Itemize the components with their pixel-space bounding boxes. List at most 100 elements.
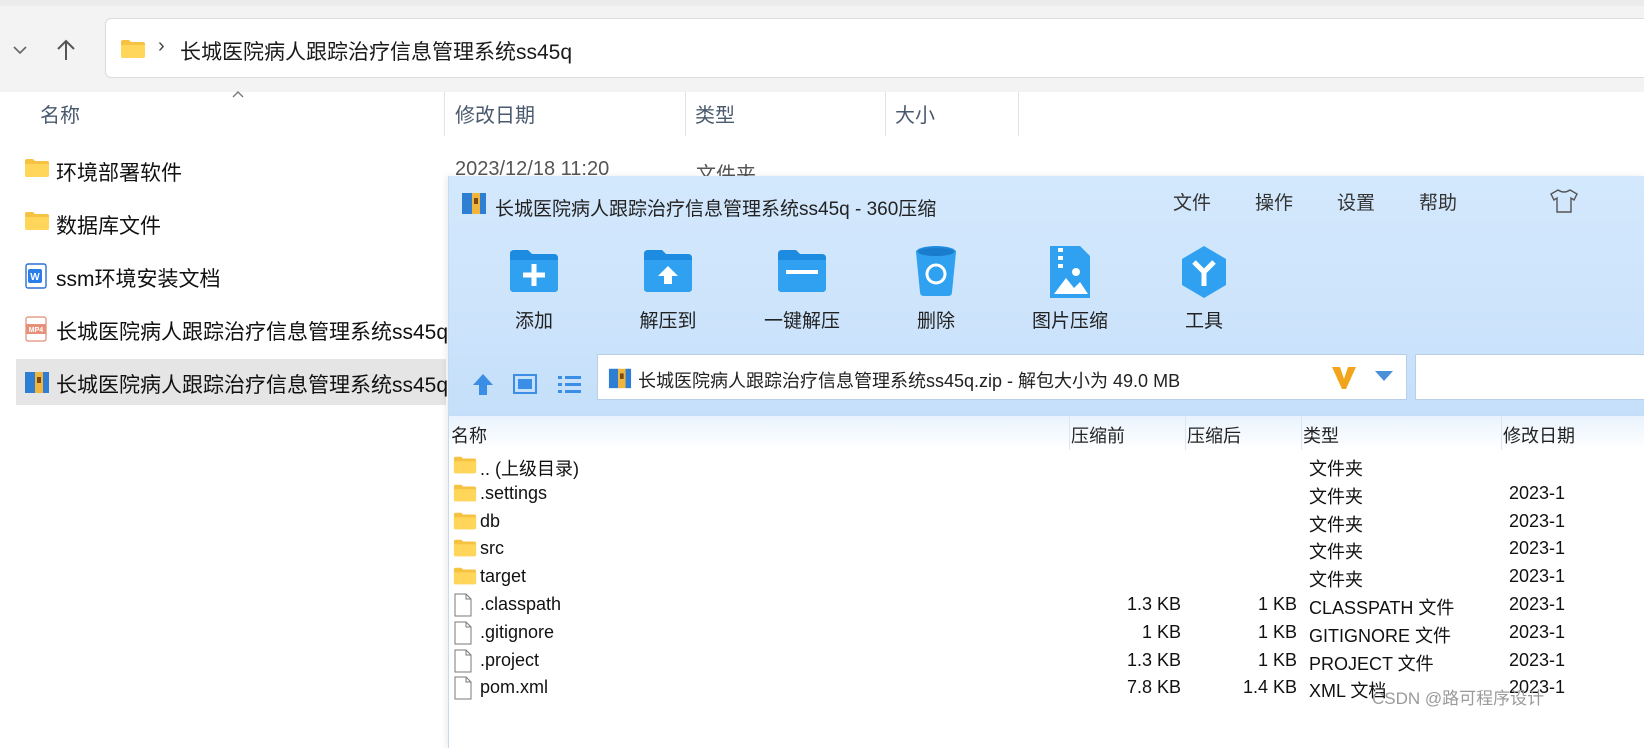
svg-text:W: W [30, 272, 40, 283]
delete-button[interactable]: 删除 [881, 242, 991, 342]
item-type: 文件夹 [1309, 459, 1363, 479]
column-header-before[interactable]: 压缩前 [1071, 422, 1125, 448]
column-divider[interactable] [1018, 92, 1019, 136]
column-header-type[interactable]: 类型 [695, 96, 735, 136]
column-header-modified[interactable]: 修改日期 [1503, 422, 1575, 448]
column-divider[interactable] [685, 92, 686, 136]
image-compress-label: 图片压缩 [1031, 311, 1108, 332]
file-row[interactable]: MP4 长城医院病人跟踪治疗信息管理系统ss45q [16, 306, 448, 352]
list-view-icon[interactable] [553, 368, 585, 400]
skin-shirt-icon[interactable] [1549, 188, 1579, 219]
zip-app-icon [461, 190, 487, 221]
add-button[interactable]: 添加 [479, 242, 589, 342]
toolbar-top-edge [0, 0, 1644, 6]
file-row[interactable]: 环境部署软件 [16, 147, 446, 193]
size-after: 1 KB [1257, 649, 1297, 670]
extract-to-button[interactable]: 解压到 [613, 242, 723, 342]
file-icon [453, 593, 477, 617]
file-row-selected[interactable]: 长城医院病人跟踪治疗信息管理系统ss45q [16, 359, 448, 405]
size-before: 1.3 KB [1126, 594, 1181, 614]
folder-icon [453, 454, 477, 478]
item-type: 文件夹 [1309, 486, 1363, 507]
tools-button[interactable]: 工具 [1149, 242, 1259, 342]
size-before: 1.3 KB [1126, 649, 1181, 670]
file-name: 数据库文件 [56, 215, 161, 238]
column-divider[interactable] [1301, 416, 1302, 450]
svg-text:MP4: MP4 [29, 327, 44, 334]
image-compress-button[interactable]: 图片压缩 [1015, 242, 1125, 342]
breadcrumb-current-folder[interactable]: 长城医院病人跟踪治疗信息管理系统ss45q [180, 36, 572, 66]
path-dropdown-arrow-icon[interactable] [1374, 369, 1394, 387]
menu-file[interactable]: 文件 [1173, 188, 1211, 215]
file-row[interactable]: 数据库文件 [16, 200, 446, 246]
archive-row[interactable]: target 文件夹 2023-1 [449, 563, 1644, 591]
archive-item-name: .gitignore [480, 621, 555, 642]
zip-window: 长城医院病人跟踪治疗信息管理系统ss45q - 360压缩 文件 操作 设置 帮… [448, 176, 1644, 748]
sort-ascending-caret-icon [232, 91, 244, 98]
one-click-extract-button[interactable]: 一键解压 [747, 242, 857, 342]
column-divider[interactable] [1069, 416, 1070, 450]
item-type: 文件夹 [1309, 542, 1363, 563]
archive-row[interactable]: .classpath 1.3 KB 1 KB CLASSPATH 文件 2023-1 [449, 591, 1644, 619]
zip-archive-icon [608, 366, 632, 395]
column-header-name[interactable]: 名称 [40, 96, 80, 136]
archive-item-name: .classpath [480, 594, 562, 614]
size-before: 7.8 KB [1126, 677, 1181, 698]
archive-row[interactable]: db 文件夹 2023-1 [449, 508, 1644, 536]
column-divider[interactable] [444, 92, 445, 136]
archive-search-input[interactable] [1415, 354, 1644, 400]
folder-icon [24, 157, 50, 183]
zip-window-title: 长城医院病人跟踪治疗信息管理系统ss45q - 360压缩 [495, 199, 937, 220]
folder-icon [453, 510, 477, 534]
column-header-name[interactable]: 名称 [451, 422, 487, 448]
archive-row[interactable]: src 文件夹 2023-1 [449, 535, 1644, 563]
recent-locations-chevron-icon[interactable] [0, 30, 40, 70]
column-header-type[interactable]: 类型 [1303, 422, 1339, 448]
menu-settings[interactable]: 设置 [1337, 188, 1375, 215]
item-type: PROJECT 文件 [1309, 653, 1434, 674]
column-divider[interactable] [885, 92, 886, 136]
size-after: 1 KB [1257, 594, 1297, 614]
file-name: ssm环境安装文档 [56, 268, 221, 291]
item-type: GITIGNORE 文件 [1309, 625, 1452, 646]
delete-icon [906, 242, 966, 302]
item-modified: 2023-1 [1509, 510, 1566, 531]
add-icon [504, 242, 564, 302]
folder-icon [120, 39, 146, 64]
item-type: CLASSPATH 文件 [1309, 598, 1455, 618]
item-modified: 2023-1 [1509, 566, 1566, 587]
menu-operation[interactable]: 操作 [1255, 188, 1293, 215]
item-modified: 2023-1 [1509, 482, 1566, 503]
file-icon [453, 621, 477, 645]
menu-help[interactable]: 帮助 [1419, 188, 1457, 215]
file-row[interactable]: W ssm环境安装文档 [16, 253, 446, 299]
archive-item-name: db [480, 510, 501, 531]
up-level-arrow-icon[interactable] [467, 368, 499, 400]
column-divider[interactable] [1185, 416, 1186, 450]
folder-icon [24, 210, 50, 236]
archive-row[interactable]: .gitignore 1 KB 1 KB GITIGNORE 文件 2023-1 [449, 619, 1644, 647]
archive-item-name: .. (上级目录) [480, 459, 579, 479]
column-divider[interactable] [1501, 416, 1502, 450]
mp4-file-icon: MP4 [24, 316, 50, 342]
archive-row[interactable]: .. (上级目录) 文件夹 [449, 452, 1644, 480]
thumbnail-view-icon[interactable] [509, 368, 541, 400]
breadcrumb-separator: › [158, 35, 165, 57]
column-header-modified[interactable]: 修改日期 [455, 96, 535, 136]
up-arrow-icon[interactable] [46, 30, 86, 70]
column-header-size[interactable]: 大小 [895, 96, 935, 136]
archive-item-name: .settings [480, 482, 548, 503]
address-bar[interactable]: › 长城医院病人跟踪治疗信息管理系统ss45q [105, 18, 1644, 78]
watermark-text: CSDN @路可程序设计 [1372, 689, 1545, 708]
v-logo-icon[interactable] [1330, 365, 1358, 396]
tools-icon [1174, 242, 1234, 302]
size-after: 1 KB [1257, 621, 1297, 642]
archive-path-field[interactable]: 长城医院病人跟踪治疗信息管理系统ss45q.zip - 解包大小为 49.0 M… [597, 354, 1407, 400]
column-header-after[interactable]: 压缩后 [1187, 422, 1241, 448]
archive-path-text: 长城医院病人跟踪治疗信息管理系统ss45q.zip - 解包大小为 49.0 M… [638, 371, 1181, 391]
file-name: 环境部署软件 [56, 162, 182, 185]
folder-icon [453, 565, 477, 589]
archive-row[interactable]: .project 1.3 KB 1 KB PROJECT 文件 2023-1 [449, 647, 1644, 675]
archive-row[interactable]: .settings 文件夹 2023-1 [449, 480, 1644, 508]
word-doc-icon: W [24, 263, 50, 289]
